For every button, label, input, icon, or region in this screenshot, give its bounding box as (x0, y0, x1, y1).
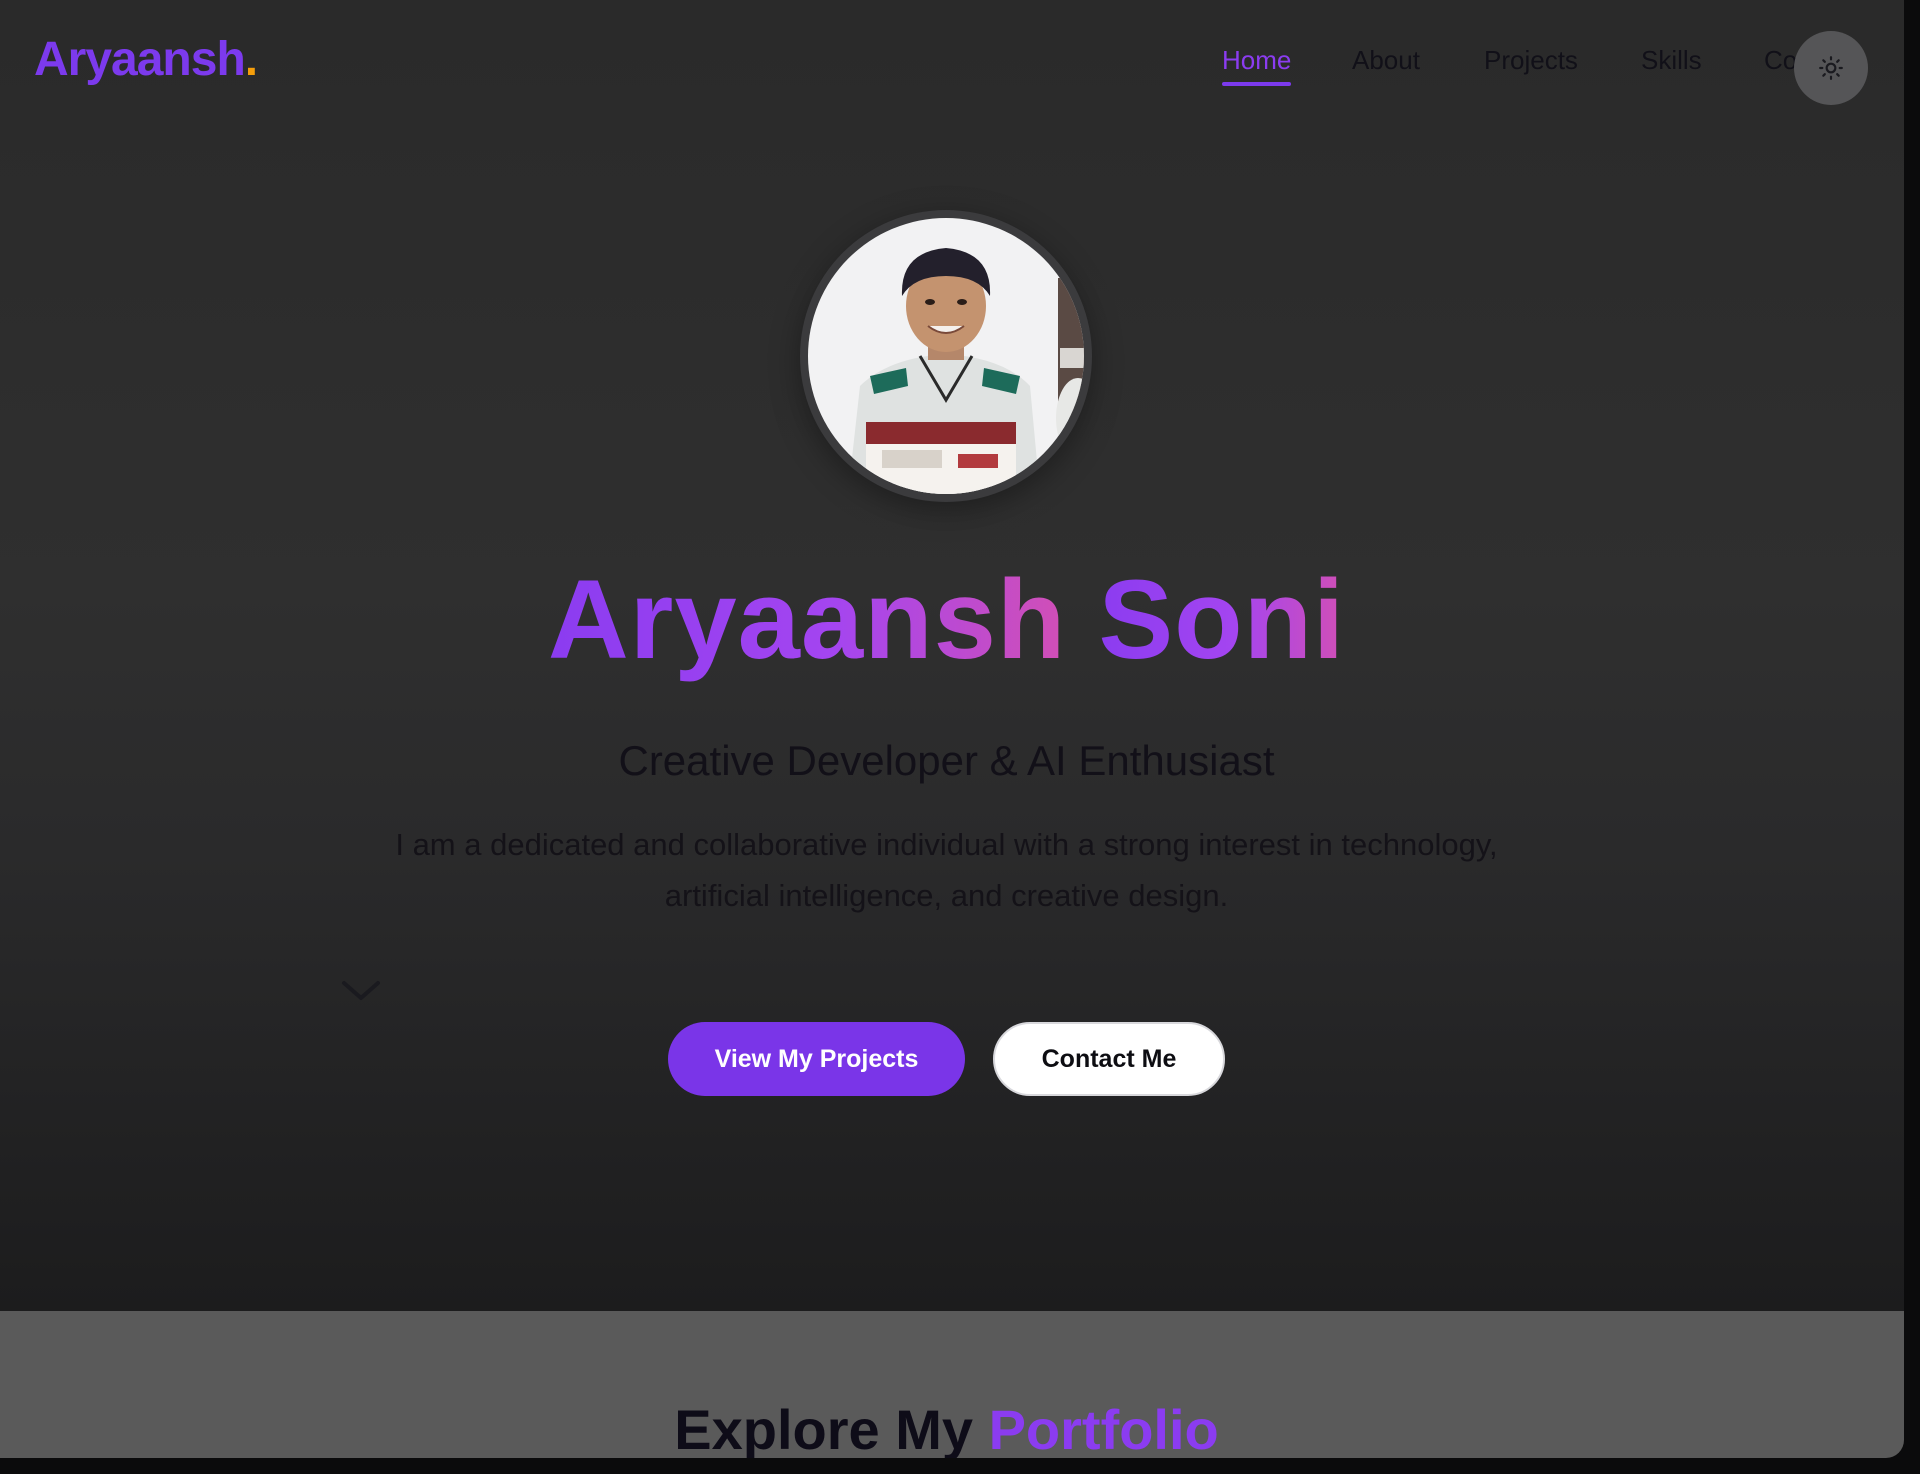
nav-contact-label: Co (1764, 45, 1798, 75)
contact-me-button[interactable]: Contact Me (993, 1022, 1225, 1096)
nav-skills-label: Skills (1641, 45, 1702, 75)
scroll-down-button[interactable] (340, 978, 382, 1009)
hero-name-first: Aryaansh (547, 557, 1067, 682)
browser-window: Aryaansh. Home About Projects Skills Co (0, 0, 1904, 1458)
view-projects-button[interactable]: View My Projects (668, 1022, 965, 1096)
nav-active-indicator (1222, 82, 1292, 86)
section-title: Explore My Portfolio (0, 1395, 1893, 1458)
hero-name-last: Soni (1098, 557, 1346, 682)
nav-projects-label: Projects (1484, 45, 1578, 75)
nav-about-label: About (1352, 45, 1420, 75)
hero-tagline: Creative Developer & AI Enthusiast (618, 737, 1275, 784)
sun-icon (1819, 56, 1843, 80)
nav-home[interactable]: Home (1222, 40, 1292, 86)
nav-home-label: Home (1222, 45, 1292, 75)
view-projects-label: View My Projects (714, 1044, 919, 1073)
hero-section: Aryaansh. Home About Projects Skills Co (0, 0, 1904, 1311)
nav-projects[interactable]: Projects (1484, 40, 1578, 80)
theme-toggle-button[interactable] (1794, 31, 1868, 105)
hero-bio: I am a dedicated and collaborative indiv… (395, 827, 1498, 913)
hero-name: Aryaansh Soni (0, 555, 1893, 685)
chevron-down-icon (342, 981, 380, 1000)
section-title-accent: Portfolio (988, 1398, 1219, 1458)
nav-contact[interactable]: Co (1764, 40, 1797, 80)
main-nav: Home About Projects Skills Co (0, 40, 1904, 86)
avatar (800, 210, 1092, 502)
nav-skills[interactable]: Skills (1641, 40, 1702, 80)
contact-me-label: Contact Me (1041, 1044, 1177, 1073)
profile-photo (808, 218, 1084, 494)
nav-about[interactable]: About (1352, 40, 1420, 80)
section-title-start: Explore My (674, 1398, 973, 1458)
